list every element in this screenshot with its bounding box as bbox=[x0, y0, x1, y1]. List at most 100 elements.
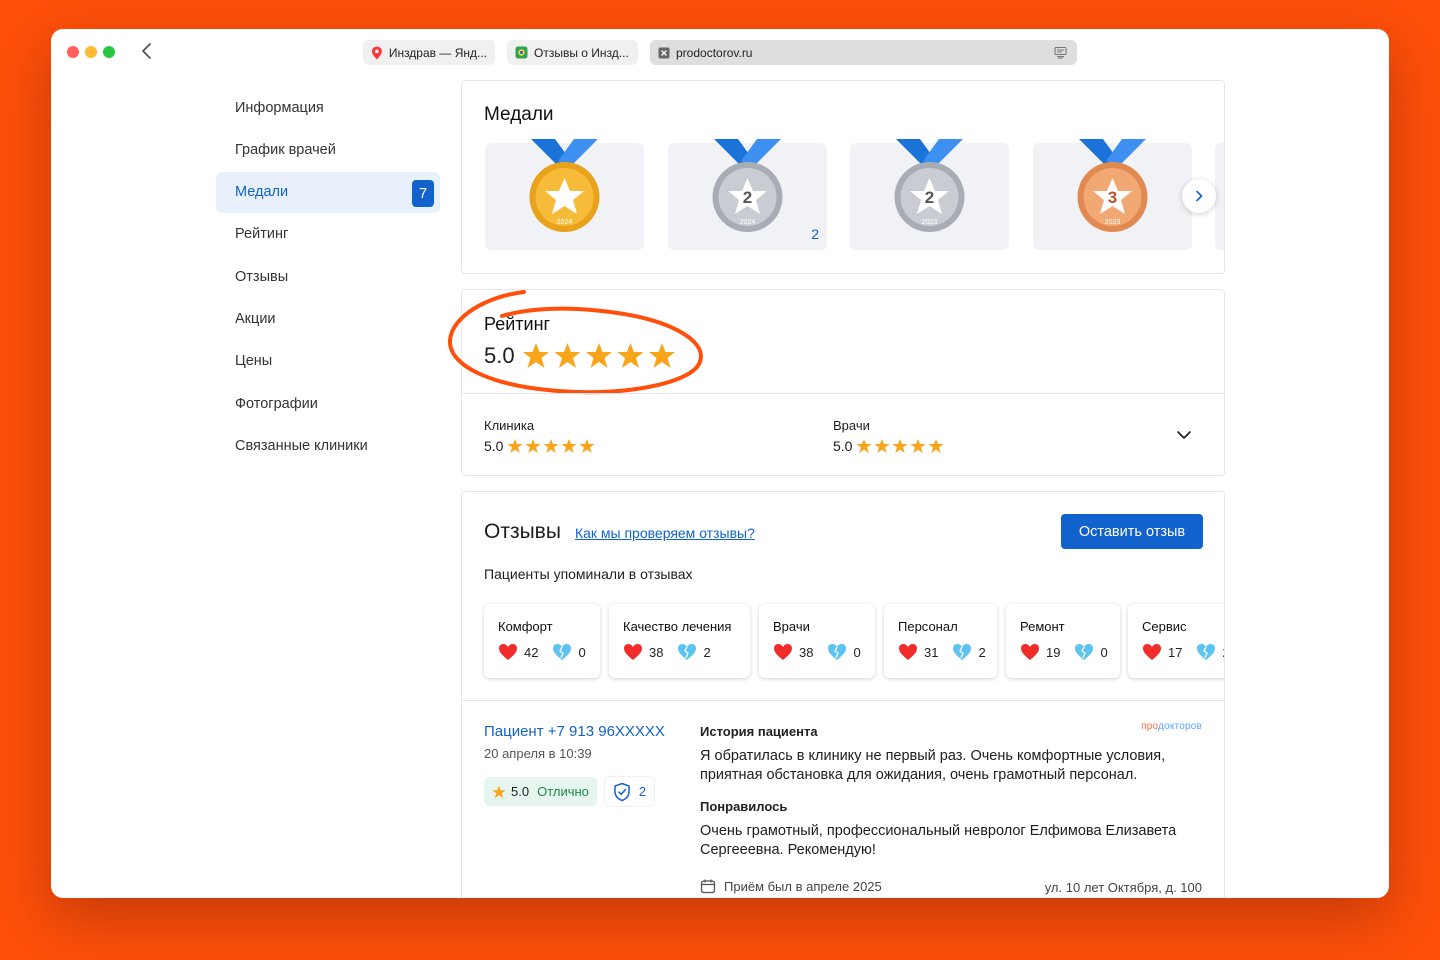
doctors-rating-label: Врачи bbox=[833, 418, 870, 433]
calendar-icon bbox=[700, 879, 716, 894]
review-score-badge: 5.0 Отлично bbox=[484, 777, 597, 806]
mentioned-heading: Пациенты упоминали в отзывах bbox=[484, 566, 693, 582]
mention-chip-service[interactable]: Сервис 17 2 bbox=[1128, 604, 1224, 678]
visit-info: Приём был в апреле 2025 bbox=[700, 878, 882, 894]
likes-count: 19 bbox=[1046, 644, 1061, 660]
browser-window: Инздрав — Янд... Отзывы о Инзд... prodoc… bbox=[51, 29, 1389, 898]
doctors-rating-value: 5.0 bbox=[833, 438, 853, 454]
chip-label: Комфорт bbox=[498, 619, 553, 634]
silver-medal-icon: 2 2024 bbox=[712, 139, 783, 232]
medal-year: 2023 bbox=[1105, 219, 1121, 226]
visit-date: Приём был в апреле 2025 bbox=[724, 878, 882, 894]
sidebar-item-prices[interactable]: Цены bbox=[216, 341, 440, 382]
back-arrow-icon[interactable] bbox=[139, 42, 155, 60]
review-author[interactable]: Пациент +7 913 96XXXXX bbox=[484, 723, 665, 740]
likes-count: 31 bbox=[924, 644, 939, 660]
tab-label: prodoctorov.ru bbox=[676, 45, 753, 60]
dislikes-count: 2 bbox=[703, 644, 711, 660]
medal-number: 3 bbox=[1108, 188, 1117, 207]
shield-check-icon bbox=[614, 782, 630, 801]
sidebar-item-schedule[interactable]: График врачей bbox=[216, 129, 440, 170]
map-pin-icon bbox=[371, 46, 382, 59]
sidebar-nav: Информация График врачей Медали 7 Рейтин… bbox=[216, 87, 440, 468]
sidebar-item-label: Рейтинг bbox=[235, 226, 289, 243]
likes-count: 42 bbox=[524, 644, 539, 660]
bronze-medal-icon: 3 2023 bbox=[1077, 139, 1148, 232]
sidebar-item-rating[interactable]: Рейтинг bbox=[216, 214, 440, 255]
sidebar-item-label: Медали bbox=[235, 184, 289, 201]
heart-icon bbox=[624, 644, 642, 660]
medal-tile[interactable]: 2 2024 2 bbox=[668, 139, 827, 250]
silver-medal-icon: 2 2023 bbox=[894, 139, 965, 232]
sidebar-item-medals[interactable]: Медали 7 bbox=[216, 171, 440, 213]
clinic-address: ул. 10 лет Октября, д. 100 bbox=[1044, 880, 1202, 895]
how-we-check-link[interactable]: Как мы проверяем отзывы? bbox=[575, 525, 755, 541]
sidebar-item-reviews[interactable]: Отзывы bbox=[216, 256, 440, 297]
medal-tile[interactable]: 3 2023 bbox=[1033, 139, 1192, 250]
minimize-window-button[interactable] bbox=[85, 46, 97, 58]
chip-label: Качество лечения bbox=[623, 619, 732, 634]
leave-review-button[interactable]: Оставить отзыв bbox=[1061, 514, 1203, 549]
mention-chip-doctors[interactable]: Врачи 38 0 bbox=[759, 604, 875, 678]
medals-count-badge: 7 bbox=[412, 179, 434, 207]
gold-medal-icon: 2024 bbox=[529, 139, 600, 232]
verified-count: 2 bbox=[638, 784, 647, 799]
broken-heart-icon bbox=[678, 644, 697, 660]
medal-tile[interactable]: 2024 bbox=[485, 139, 644, 250]
heart-icon bbox=[899, 644, 917, 660]
maximize-window-button[interactable] bbox=[103, 46, 115, 58]
medals-next-button[interactable] bbox=[1182, 179, 1216, 213]
chip-label: Сервис bbox=[1142, 619, 1187, 634]
reader-mode-icon[interactable] bbox=[1054, 46, 1067, 59]
medals-card: Медали 2024 2 2024 2 2 2023 3 2023 bbox=[461, 80, 1225, 274]
dislikes-count: 0 bbox=[578, 644, 586, 660]
story-text-line: Я обратилась в клинику не первый раз. Оч… bbox=[700, 748, 1166, 764]
sidebar-item-promotions[interactable]: Акции bbox=[216, 298, 440, 339]
dislikes-count: 2 bbox=[1222, 645, 1224, 660]
clinic-rating: Клиника 5.0 bbox=[484, 418, 595, 454]
window-controls bbox=[67, 46, 115, 58]
title-bar: Инздрав — Янд... Отзывы о Инзд... prodoc… bbox=[51, 29, 1389, 73]
chip-label: Врачи bbox=[773, 619, 810, 634]
close-tab-icon[interactable] bbox=[658, 47, 670, 59]
tab-prodoctorov[interactable]: prodoctorov.ru bbox=[650, 40, 1077, 65]
sidebar-item-label: Фотографии bbox=[235, 395, 318, 412]
story-text-line: приятная обстановка для ожидания, очень … bbox=[700, 767, 1138, 783]
tab-reviews[interactable]: Отзывы о Инзд... bbox=[507, 40, 638, 65]
medal-year: 2024 bbox=[740, 219, 756, 226]
mention-chip-renovation[interactable]: Ремонт 19 0 bbox=[1006, 604, 1120, 678]
review-body: История пациента Я обратилась в клинику … bbox=[700, 724, 1200, 860]
broken-heart-icon bbox=[553, 644, 572, 660]
medal-tile[interactable] bbox=[1215, 143, 1224, 250]
chevron-down-icon bbox=[1177, 431, 1191, 439]
close-window-button[interactable] bbox=[67, 46, 79, 58]
broken-heart-icon bbox=[1197, 644, 1216, 660]
annotation-circle bbox=[448, 290, 703, 395]
sidebar-item-photos[interactable]: Фотографии bbox=[216, 383, 440, 424]
medal-year: 2023 bbox=[922, 219, 938, 226]
star-icons bbox=[507, 439, 595, 453]
mention-chip-comfort[interactable]: Комфорт 42 0 bbox=[484, 604, 600, 678]
broken-heart-icon bbox=[1075, 644, 1094, 660]
verified-badge[interactable]: 2 bbox=[604, 777, 655, 806]
star-icons bbox=[856, 439, 944, 453]
review-date: 20 апреля в 10:39 bbox=[484, 746, 592, 761]
sidebar-item-info[interactable]: Информация bbox=[216, 87, 440, 128]
clinic-rating-label: Клиника bbox=[484, 418, 535, 433]
mention-chip-staff[interactable]: Персонал 31 2 bbox=[884, 604, 997, 678]
medal-count: 2 bbox=[811, 226, 819, 242]
heart-icon bbox=[499, 644, 517, 660]
dislikes-count: 2 bbox=[978, 644, 986, 660]
reviews-title: Отзывы bbox=[484, 520, 561, 543]
tab-yandex-maps[interactable]: Инздрав — Янд... bbox=[363, 40, 495, 65]
mention-chip-treatment-quality[interactable]: Качество лечения 38 2 bbox=[609, 604, 750, 678]
expand-rating-button[interactable] bbox=[1176, 427, 1192, 445]
broken-heart-icon bbox=[953, 644, 972, 660]
heart-icon bbox=[774, 644, 792, 660]
sidebar-item-label: Информация bbox=[235, 99, 324, 116]
medal-tile[interactable]: 2 2023 bbox=[850, 139, 1009, 250]
sidebar-item-related-clinics[interactable]: Связанные клиники bbox=[216, 425, 440, 466]
sidebar-item-label: Акции bbox=[235, 310, 276, 327]
likes-count: 17 bbox=[1168, 644, 1183, 660]
divider bbox=[462, 393, 1224, 394]
